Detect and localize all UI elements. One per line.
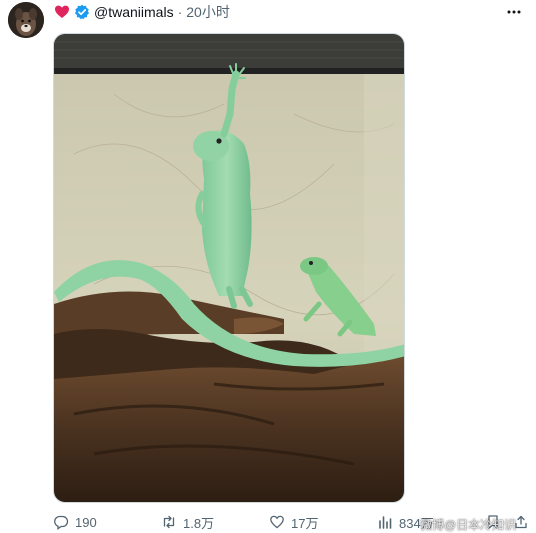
bar-chart-icon [379,516,392,529]
verified-check-icon [74,4,90,20]
speech-bubble-icon [54,515,69,530]
like-count: 17万 [291,515,319,531]
separator-dot: · [177,4,183,20]
like-button[interactable]: 17万 [269,512,318,532]
more-options-button[interactable] [504,2,524,22]
views-button[interactable]: 834万 [377,512,434,532]
action-bar: 190 1.8万 17万 834万 [53,512,533,532]
view-count: 834万 [399,515,434,531]
share-upload-icon[interactable] [513,514,529,530]
tweet-card: @twaniimals · 20小时 190 1.8万 17万 834万 微博@… [0,0,536,533]
heart-outline-icon [270,515,284,529]
reply-count: 190 [75,514,97,530]
repost-arrows-icon [163,515,175,529]
heart-icon [54,4,70,20]
post-photo[interactable] [53,33,405,503]
author-handle[interactable]: @twaniimals [94,4,174,20]
reply-button[interactable]: 190 [53,512,97,532]
more-dots-icon [507,10,521,14]
post-time[interactable]: 20小时 [186,2,230,22]
post-header: @twaniimals · 20小时 [54,2,230,22]
lizards-on-branch-image [54,34,404,502]
bookmark-icon[interactable] [485,514,501,530]
repost-button[interactable]: 1.8万 [161,512,214,532]
repost-count: 1.8万 [183,515,215,531]
avatar[interactable] [8,2,44,38]
